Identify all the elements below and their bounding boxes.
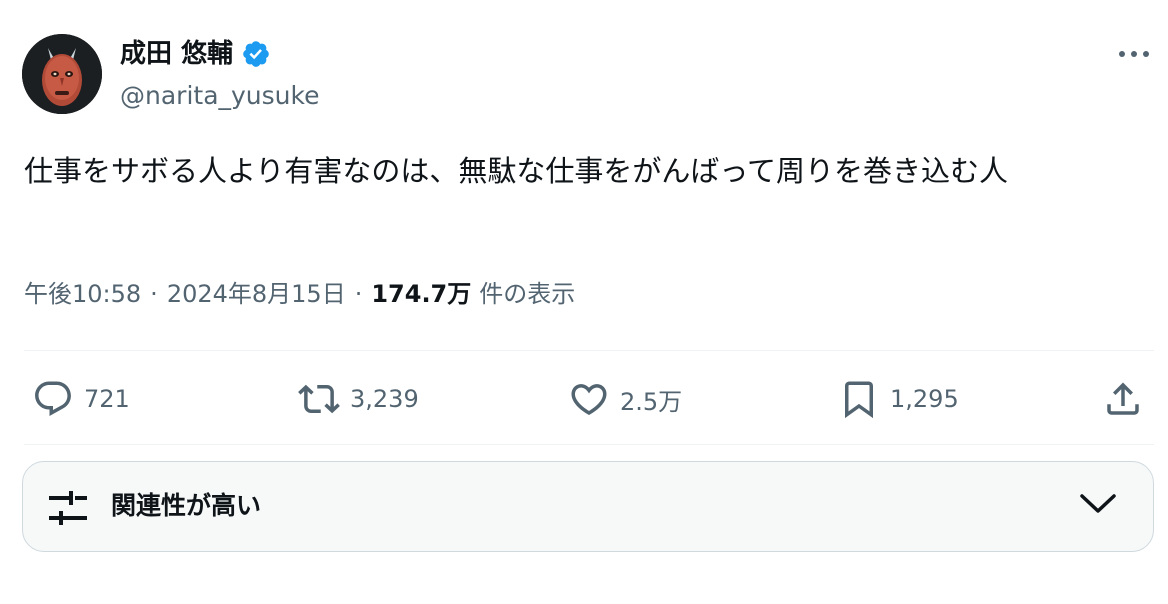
author-name-row: 成田 悠輔 bbox=[120, 36, 271, 72]
avatar-mask-icon bbox=[22, 34, 102, 114]
tweet-date[interactable]: 2024年8月15日 bbox=[167, 276, 346, 312]
tweet-meta: 午後10:58 · 2024年8月15日 · 174.7万 件の表示 bbox=[24, 276, 575, 312]
chevron-down-icon bbox=[1079, 492, 1117, 520]
meta-separator: · bbox=[150, 280, 158, 308]
views-count[interactable]: 174.7万 bbox=[371, 276, 471, 312]
tweet-detail: 成田 悠輔 @narita_yusuke 仕事をサボる人より有害なのは、無駄な仕… bbox=[0, 0, 1168, 604]
avatar[interactable] bbox=[22, 34, 102, 114]
share-icon bbox=[1107, 382, 1139, 415]
divider bbox=[24, 350, 1154, 351]
tweet-time[interactable]: 午後10:58 bbox=[24, 276, 141, 312]
reply-count: 721 bbox=[84, 385, 130, 413]
views-label: 件の表示 bbox=[479, 280, 576, 308]
retweet-button[interactable]: 3,239 bbox=[298, 372, 419, 426]
verified-badge-icon[interactable] bbox=[241, 39, 271, 69]
sort-label: 関連性が高い bbox=[111, 491, 262, 520]
reply-icon bbox=[35, 381, 71, 416]
bookmark-button[interactable]: 1,295 bbox=[838, 372, 959, 426]
bookmark-icon bbox=[845, 381, 873, 419]
like-button[interactable]: 2.5万 bbox=[568, 372, 682, 426]
author-display-name[interactable]: 成田 悠輔 bbox=[120, 36, 233, 72]
sliders-icon bbox=[47, 490, 89, 530]
divider bbox=[24, 444, 1154, 445]
bookmark-count: 1,295 bbox=[890, 385, 959, 413]
tweet-text: 仕事をサボる人より有害なのは、無駄な仕事をがんばって周りを巻き込む人 bbox=[24, 154, 1008, 188]
retweet-count: 3,239 bbox=[350, 385, 419, 413]
action-bar: 721 3,239 2.5万 1,295 bbox=[0, 372, 1168, 426]
author-handle[interactable]: @narita_yusuke bbox=[120, 80, 320, 112]
reply-button[interactable]: 721 bbox=[32, 372, 130, 426]
meta-separator: · bbox=[354, 280, 363, 308]
like-count: 2.5万 bbox=[620, 387, 683, 416]
more-options-icon[interactable] bbox=[1116, 42, 1152, 66]
reply-sort-dropdown[interactable]: 関連性が高い bbox=[22, 461, 1154, 552]
retweet-icon bbox=[298, 384, 340, 414]
share-button[interactable] bbox=[1102, 372, 1144, 426]
heart-icon bbox=[571, 384, 607, 416]
